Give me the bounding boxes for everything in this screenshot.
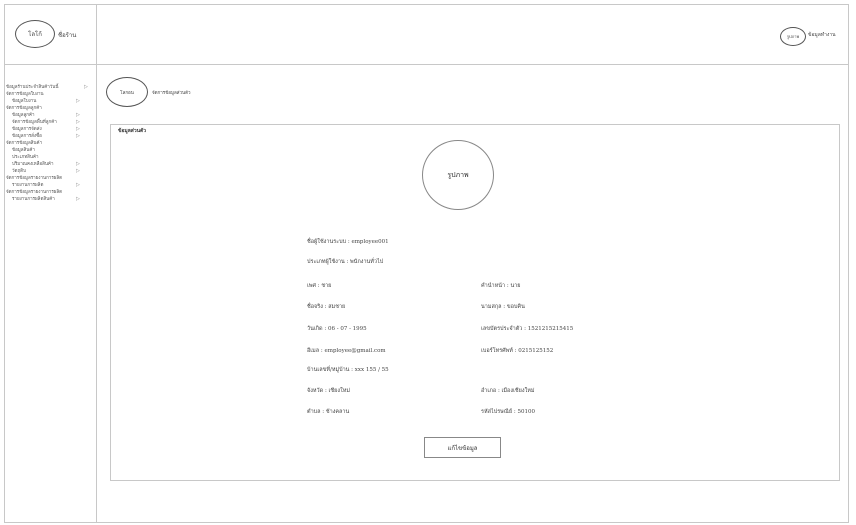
field-phone: เบอร์โทรศัพท์ : 0215125152 <box>481 348 554 354</box>
sidebar-item-label: ข้อมูลลูกค้า <box>12 113 35 118</box>
sidebar-item-label: จัดการข้อมูลรายงานการผลิต <box>6 190 63 195</box>
field-id-card: เลขบัตรประจำตัว : 1521215215415 <box>481 326 574 332</box>
sidebar-item[interactable]: จัดการข้อมูลพื้นที่ลูกค้า ▷ <box>6 119 94 126</box>
user-avatar[interactable]: รูปภาพ <box>780 27 806 46</box>
sidebar-item[interactable]: จัดการข้อมูลรายงานการผลิต <box>6 189 94 196</box>
sidebar-divider <box>96 4 97 523</box>
field-birthdate: วันเกิด : 06 - 07 - 1995 <box>307 326 367 332</box>
field-prefix: คำนำหน้า : นาย <box>481 283 521 289</box>
field-district: อำเภอ : เมืองเชียงใหม่ <box>481 388 535 394</box>
sidebar-item-label: จัดการข้อมูลใบงาน <box>6 92 44 97</box>
sidebar-item-label: ข้อมูลร้านประจำสินค้าวันนี้ <box>6 85 59 90</box>
breadcrumb-avatar: โลกอน <box>106 77 148 107</box>
chevron-right-icon[interactable]: ▷ <box>76 182 80 189</box>
field-postcode: รหัสไปรษณีย์ : 50100 <box>481 409 535 415</box>
sidebar-item-label: จัดการข้อมูลลูกค้า <box>6 106 42 111</box>
logo: โลโก้ <box>15 20 55 48</box>
sidebar-item-label: รายงานการผลิตสินค้า <box>12 197 55 202</box>
sidebar-item[interactable]: ข้อมูลใบงาน ▷ <box>6 98 94 105</box>
chevron-right-icon[interactable]: ▷ <box>84 84 88 91</box>
sidebar-item-label: ข้อมูลการจัดส่ง <box>12 127 42 132</box>
sidebar-item[interactable]: ปริมาณคงเหลือสินค้า ▷ <box>6 161 94 168</box>
chevron-right-icon[interactable]: ▷ <box>76 119 80 126</box>
field-address: บ้านเลขที่/หมู่บ้าน : xxx 155 / 55 <box>307 367 389 373</box>
field-username: ชื่อผู้ใช้งานระบบ : employee001 <box>307 239 389 245</box>
sidebar: ข้อมูลร้านประจำสินค้าวันนี้ ▷ จัดการข้อมูล… <box>6 84 94 203</box>
header-divider <box>4 64 849 65</box>
chevron-right-icon[interactable]: ▷ <box>76 126 80 133</box>
sidebar-item-label: วัตถุดิบ <box>12 169 26 174</box>
chevron-right-icon[interactable]: ▷ <box>76 112 80 119</box>
user-menu-link[interactable]: ข้อมูลทำงาน <box>808 31 836 39</box>
sidebar-item-label: จัดการข้อมูลสินค้า <box>6 141 43 146</box>
sidebar-item[interactable]: ประเภทสินค้า <box>6 154 94 161</box>
sidebar-item[interactable]: ข้อมูลการสั่งซื้อ ▷ <box>6 133 94 140</box>
field-user-type: ประเภทผู้ใช้งาน : พนักงานทั่วไป <box>307 259 384 265</box>
sidebar-item[interactable]: ข้อมูลการจัดส่ง ▷ <box>6 126 94 133</box>
sidebar-item[interactable]: จัดการข้อมูลสินค้า <box>6 140 94 147</box>
sidebar-item[interactable]: จัดการข้อมูลลูกค้า <box>6 105 94 112</box>
sidebar-item[interactable]: จัดการข้อมูลรายงานการผลิต <box>6 175 94 182</box>
edit-profile-button[interactable]: แก้ไขข้อมูล <box>424 437 501 458</box>
page-title: ข้อมูลส่วนตัว <box>118 128 147 134</box>
sidebar-item-label: จัดการข้อมูลรายงานการผลิต <box>6 176 63 181</box>
sidebar-item-label: รายงานการผลิต <box>12 183 44 188</box>
sidebar-item[interactable]: ข้อมูลร้านประจำสินค้าวันนี้ ▷ <box>6 84 94 91</box>
sidebar-item-label: ข้อมูลสินค้า <box>12 148 35 153</box>
sidebar-item-label: ประเภทสินค้า <box>12 155 39 160</box>
chevron-right-icon[interactable]: ▷ <box>76 98 80 105</box>
field-gender: เพศ : ชาย <box>307 283 332 289</box>
chevron-right-icon[interactable]: ▷ <box>76 168 80 175</box>
sidebar-item-label: ข้อมูลการสั่งซื้อ <box>12 134 42 139</box>
sidebar-item-label: ข้อมูลใบงาน <box>12 99 37 104</box>
field-subdistrict: ตำบล : ช้างคลาน <box>307 409 350 415</box>
sidebar-item[interactable]: รายงานการผลิตสินค้า ▷ <box>6 196 94 203</box>
sidebar-item[interactable]: จัดการข้อมูลใบงาน <box>6 91 94 98</box>
field-province: จังหวัด : เชียงใหม่ <box>307 388 351 394</box>
field-last-name: นามสกุล : ขอบคิน <box>481 304 525 310</box>
profile-photo: รูปภาพ <box>422 140 494 210</box>
sidebar-item[interactable]: รายงานการผลิต ▷ <box>6 182 94 189</box>
chevron-right-icon[interactable]: ▷ <box>76 133 80 140</box>
shop-name: ชื่อร้าน <box>58 32 77 39</box>
sidebar-item-label: จัดการข้อมูลพื้นที่ลูกค้า <box>12 120 57 125</box>
sidebar-item[interactable]: ข้อมูลสินค้า <box>6 147 94 154</box>
sidebar-item[interactable]: ข้อมูลลูกค้า ▷ <box>6 112 94 119</box>
breadcrumb: จัดการข้อมูลส่วนตัว <box>152 91 191 96</box>
sidebar-item-label: ปริมาณคงเหลือสินค้า <box>12 162 54 167</box>
field-email: อีเมล : employee@gmail.com <box>307 348 386 354</box>
sidebar-item[interactable]: วัตถุดิบ ▷ <box>6 168 94 175</box>
chevron-right-icon[interactable]: ▷ <box>76 196 80 203</box>
field-first-name: ชื่อจริง : สมชาย <box>307 304 346 310</box>
chevron-right-icon[interactable]: ▷ <box>76 161 80 168</box>
